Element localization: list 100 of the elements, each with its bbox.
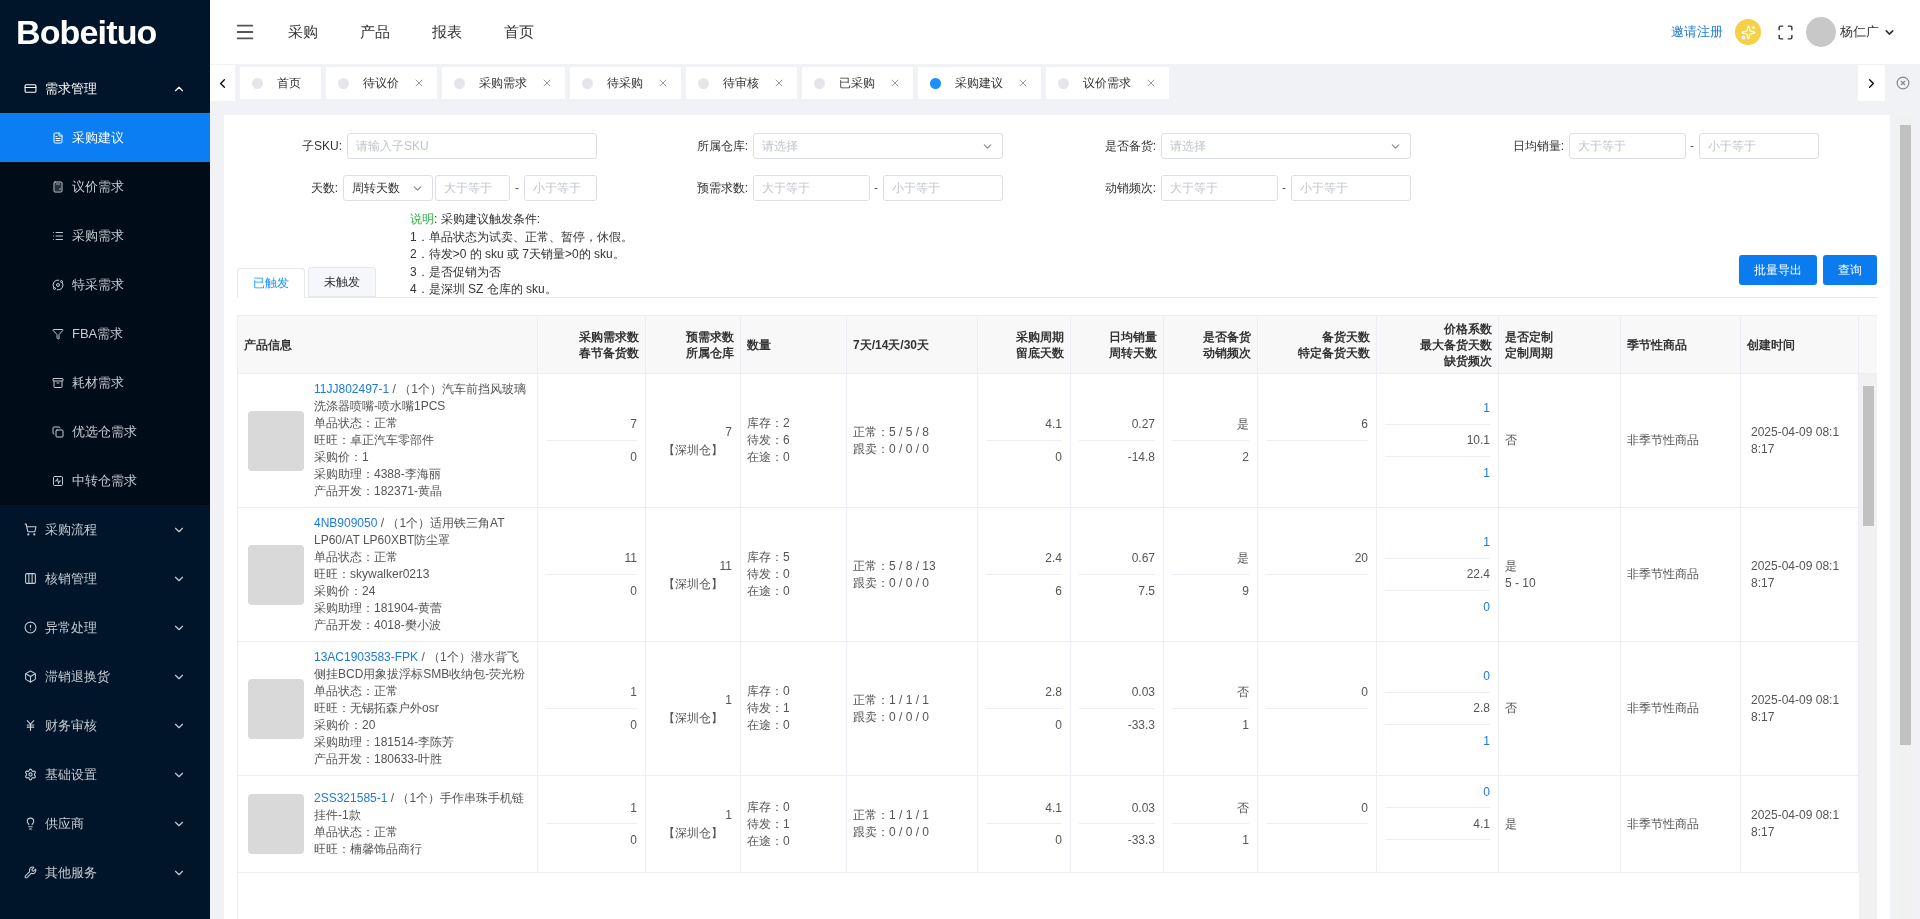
- table-cell[interactable]: 1: [1483, 533, 1490, 551]
- column-header: 7天/14天/30天: [853, 336, 930, 353]
- table-cell-text: 是: [1505, 557, 1518, 575]
- table-cell-text: 0: [630, 832, 637, 849]
- logo[interactable]: Bobeituo: [16, 15, 157, 49]
- field-label: 预需求数:: [695, 180, 749, 197]
- table-cell-text: 6: [1055, 582, 1062, 600]
- close-icon[interactable]: [541, 77, 553, 89]
- invite-link[interactable]: 邀请注册: [1671, 22, 1723, 42]
- column-header: 创建时间: [1747, 336, 1795, 353]
- settings-icon: [24, 768, 37, 781]
- sidebar-group[interactable]: 核销管理: [0, 554, 210, 603]
- sidebar-group-label: 采购流程: [45, 520, 98, 539]
- table-cell-text: 0: [1055, 448, 1062, 466]
- table-cell-text: 10.1: [1466, 432, 1490, 449]
- close-icon[interactable]: [1017, 77, 1029, 89]
- page-tab[interactable]: 待议价: [326, 67, 437, 99]
- sidebar-item[interactable]: 议价需求: [0, 162, 210, 211]
- alert-icon: [24, 621, 37, 634]
- table-cell-text: 2025-04-09 08:18:17: [1751, 557, 1841, 592]
- sidebar-item[interactable]: 采购建议: [0, 113, 210, 162]
- page-tab[interactable]: 首页: [240, 67, 321, 99]
- scroll-left-button[interactable]: [210, 65, 235, 101]
- product-detail: 产品开发：182371-黄晶: [314, 483, 444, 500]
- table-cell-text: 跟卖：0 / 0 / 0: [853, 708, 931, 726]
- table-cell[interactable]: 1: [1483, 731, 1490, 750]
- select-field[interactable]: 周转天数: [343, 175, 433, 201]
- action-button[interactable]: 查询: [1823, 255, 1877, 285]
- close-icon[interactable]: [413, 77, 425, 89]
- sidebar-group[interactable]: 供应商: [0, 799, 210, 848]
- action-button[interactable]: 批量导出: [1739, 255, 1817, 285]
- product-detail: 单品状态：正常: [314, 824, 399, 841]
- sidebar-item[interactable]: 特采需求: [0, 260, 210, 309]
- page-tab[interactable]: 已采购: [802, 67, 913, 99]
- product-detail: 采购价：1: [314, 449, 370, 466]
- close-icon[interactable]: [773, 77, 785, 89]
- avatar[interactable]: [1806, 17, 1836, 47]
- sidebar-group[interactable]: 异常处理: [0, 603, 210, 652]
- table-cell-text: 非季节性商品: [1627, 815, 1700, 833]
- table-cell-text: 跟卖：0 / 0 / 0: [853, 824, 931, 841]
- sidebar-item[interactable]: 优选仓需求: [0, 407, 210, 456]
- sidebar-item[interactable]: FBA需求: [0, 309, 210, 358]
- sidebar-group-label: 滞销退换货: [45, 667, 111, 686]
- scroll-right-button[interactable]: [1858, 65, 1885, 101]
- column-header: 价格系数: [1444, 320, 1492, 337]
- product-detail: 旺旺：无锡拓森户外osr: [314, 700, 440, 717]
- column-header: 备货天数: [1322, 328, 1370, 345]
- warehouse-label: 【深圳仓】: [662, 441, 724, 459]
- result-tab[interactable]: 未触发: [308, 267, 376, 297]
- user-name[interactable]: 杨仁广: [1840, 22, 1879, 42]
- wrench-icon: [24, 866, 37, 879]
- sidebar-group[interactable]: 采购流程: [0, 505, 210, 554]
- sidebar-item[interactable]: 耗材需求: [0, 358, 210, 407]
- nav-link[interactable]: 产品: [360, 20, 390, 44]
- close-icon[interactable]: [1145, 77, 1157, 89]
- sidebar-group[interactable]: 财务审核: [0, 701, 210, 750]
- table-cell[interactable]: 1: [1483, 463, 1490, 482]
- table-cell[interactable]: 0: [1483, 782, 1490, 801]
- product-photo-placeholder: [248, 678, 304, 739]
- fullscreen-icon[interactable]: [1777, 23, 1794, 41]
- page-tab[interactable]: 采购建议: [918, 67, 1041, 99]
- sidebar-group-label: 需求管理: [45, 79, 98, 98]
- sku-link[interactable]: 13AC1903583-FPK: [314, 650, 419, 664]
- close-all-icon[interactable]: [1895, 76, 1910, 90]
- table-cell[interactable]: 0: [1483, 597, 1490, 616]
- sku-link[interactable]: 11JJ802497-1: [314, 382, 390, 396]
- page-tab[interactable]: 采购需求: [442, 67, 565, 99]
- table-cell-text: 0.03: [1131, 684, 1155, 701]
- scrollbar[interactable]: [1859, 374, 1877, 919]
- field-label: 是否备货:: [1103, 138, 1157, 155]
- close-icon[interactable]: [657, 77, 669, 89]
- page-tab[interactable]: 待采购: [570, 67, 681, 99]
- nav-link[interactable]: 采购: [288, 20, 318, 44]
- sidebar-group[interactable]: 需求管理: [0, 64, 210, 113]
- copy-icon: [52, 425, 64, 438]
- table-cell-text: 跟卖：0 / 0 / 0: [853, 440, 931, 458]
- page-scrollbar[interactable]: [1898, 115, 1913, 919]
- close-icon[interactable]: [889, 77, 901, 89]
- sidebar-item[interactable]: 采购需求: [0, 211, 210, 260]
- product-detail: 旺旺：楠馨饰品商行: [314, 841, 423, 858]
- table-cell-text: 正常：5 / 8 / 13: [853, 557, 937, 575]
- page-tab[interactable]: 待审核: [686, 67, 797, 99]
- sidebar-group[interactable]: 其他服务: [0, 848, 210, 897]
- table-cell[interactable]: 0: [1483, 667, 1490, 685]
- table-cell-text: 0: [630, 582, 637, 600]
- nav-link[interactable]: 报表: [432, 20, 462, 44]
- column-header: 季节性商品: [1627, 336, 1687, 353]
- product-title: 4NB909050 / （1个）适用铁三角AT LP60/AT LP60XBT防尘罩: [314, 515, 506, 549]
- table-cell-text: -14.8: [1127, 448, 1155, 466]
- page-tab[interactable]: 议价需求: [1046, 67, 1169, 99]
- nav-link[interactable]: 首页: [504, 20, 534, 44]
- range-separator: -: [874, 180, 879, 197]
- table-cell-text: 否: [1505, 700, 1518, 717]
- sku-link[interactable]: 4NB909050: [314, 516, 378, 530]
- table-cell[interactable]: 1: [1483, 399, 1490, 417]
- sidebar-item[interactable]: 中转仓需求: [0, 456, 210, 505]
- sku-link[interactable]: 2SS321585-1: [314, 791, 388, 805]
- table-cell-text: 0: [1055, 716, 1062, 734]
- sidebar-group[interactable]: 基础设置: [0, 750, 210, 799]
- sidebar-group[interactable]: 滞销退换货: [0, 652, 210, 701]
